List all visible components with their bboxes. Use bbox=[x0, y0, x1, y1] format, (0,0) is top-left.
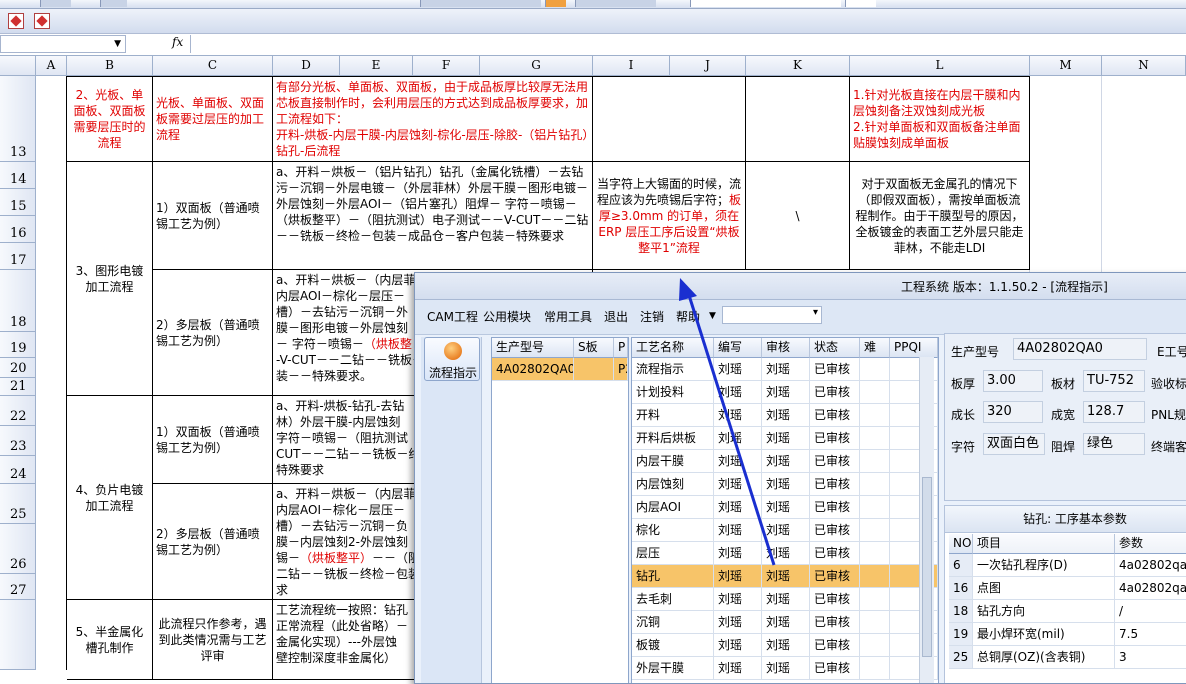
annotation-arrow bbox=[679, 278, 776, 566]
arrow-shaft bbox=[686, 291, 776, 566]
arrow-head bbox=[679, 278, 697, 301]
